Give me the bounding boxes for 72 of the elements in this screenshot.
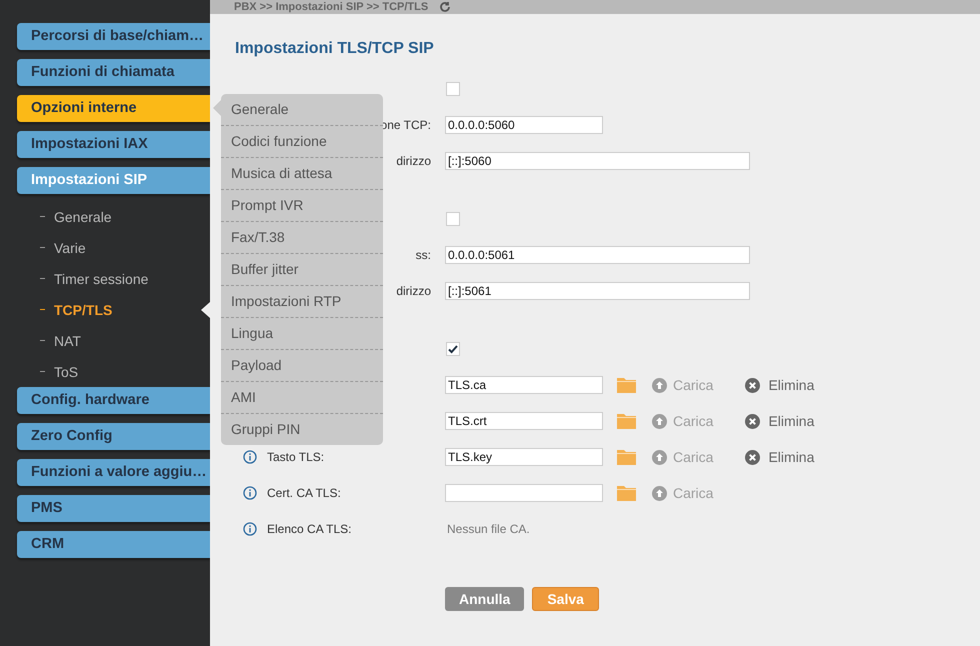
input-field[interactable]: 0.0.0.0:5060 (445, 116, 603, 134)
field-label: Tasto TLS: (267, 450, 324, 464)
dash-icon (40, 216, 45, 218)
sidebar-subitem[interactable]: TCP/TLS (54, 302, 112, 318)
dash-icon (40, 340, 45, 342)
menu-item[interactable]: Fax/T.38 (221, 222, 383, 254)
field-label: Elenco CA TLS: (267, 522, 352, 536)
field-label: dirizzo (396, 284, 431, 298)
checkbox[interactable] (446, 212, 460, 226)
sidebar-item[interactable]: Funzioni a valore aggiu… (17, 459, 210, 486)
delete-button[interactable]: Elimina (745, 449, 814, 465)
sidebar-item[interactable]: Zero Config (17, 423, 210, 450)
menu-item[interactable]: Prompt IVR (221, 190, 383, 222)
refresh-icon[interactable] (438, 1, 452, 13)
checkbox[interactable] (446, 342, 460, 356)
sidebar-subitem[interactable]: Timer sessione (54, 270, 148, 286)
menu-item[interactable]: Generale (221, 94, 383, 126)
input-field[interactable]: TLS.ca (445, 376, 603, 394)
dash-icon (40, 246, 45, 248)
delete-button[interactable]: Elimina (745, 413, 814, 429)
dash-icon (40, 370, 45, 372)
sidebar-subitem[interactable]: Generale (54, 208, 112, 224)
cancel-button[interactable]: Annulla (445, 587, 524, 611)
upload-icon (652, 486, 667, 500)
input-field[interactable]: [::]:5060 (445, 152, 750, 170)
checkbox[interactable] (446, 82, 460, 96)
folder-icon[interactable] (617, 449, 636, 465)
info-icon[interactable] (243, 450, 257, 464)
sidebar-item[interactable]: Config. hardware (17, 387, 210, 414)
sidebar-item[interactable]: CRM (17, 531, 210, 558)
breadcrumb: PBX >> Impostazioni SIP >> TCP/TLS (234, 1, 428, 13)
upload-icon (652, 450, 667, 464)
sidebar-item[interactable]: Percorsi di base/chiam… (17, 23, 210, 50)
sidebar-item[interactable]: PMS (17, 495, 210, 522)
menu-item[interactable]: Codici funzione (221, 126, 383, 158)
note-text: Nessun file CA. (447, 522, 530, 536)
upload-icon (652, 378, 667, 392)
close-icon (745, 414, 760, 428)
menu-item[interactable]: Gruppi PIN (221, 414, 383, 445)
sidebar-subitem[interactable]: ToS (54, 364, 78, 380)
close-icon (745, 378, 760, 392)
dash-icon (40, 278, 45, 280)
menu-item[interactable]: Buffer jitter (221, 254, 383, 286)
sidebar-item[interactable]: Opzioni interne (17, 95, 210, 122)
input-field[interactable]: [::]:5061 (445, 282, 750, 300)
sidebar-item[interactable]: Funzioni di chiamata (17, 59, 210, 86)
input-field[interactable] (445, 484, 603, 502)
input-field[interactable]: 0.0.0.0:5061 (445, 246, 750, 264)
folder-icon[interactable] (617, 377, 636, 393)
menu-item[interactable]: Musica di attesa (221, 158, 383, 190)
page-title: Impostazioni TLS/TCP SIP (235, 40, 435, 58)
field-label: dirizzo (396, 154, 431, 168)
info-icon[interactable] (243, 486, 257, 500)
menu-item[interactable]: AMI (221, 382, 383, 414)
menu-item[interactable]: Lingua (221, 318, 383, 350)
upload-icon (652, 414, 667, 428)
menu-item[interactable]: Impostazioni RTP (221, 286, 383, 318)
folder-icon[interactable] (617, 485, 636, 501)
close-icon (745, 450, 760, 464)
field-label: ss: (416, 248, 431, 262)
field-label: Cert. CA TLS: (267, 486, 341, 500)
dash-icon (40, 308, 45, 310)
sidebar-item[interactable]: Impostazioni IAX (17, 131, 210, 158)
info-icon[interactable] (243, 522, 257, 536)
delete-button[interactable]: Elimina (745, 377, 814, 393)
input-field[interactable]: TLS.key (445, 448, 603, 466)
sidebar-subitem[interactable]: Varie (54, 240, 86, 256)
sidebar-item[interactable]: Impostazioni SIP (17, 167, 210, 194)
menu-item[interactable]: Payload (221, 350, 383, 382)
input-field[interactable]: TLS.crt (445, 412, 603, 430)
sidebar-subitem[interactable]: NAT (54, 332, 81, 348)
folder-icon[interactable] (617, 413, 636, 429)
